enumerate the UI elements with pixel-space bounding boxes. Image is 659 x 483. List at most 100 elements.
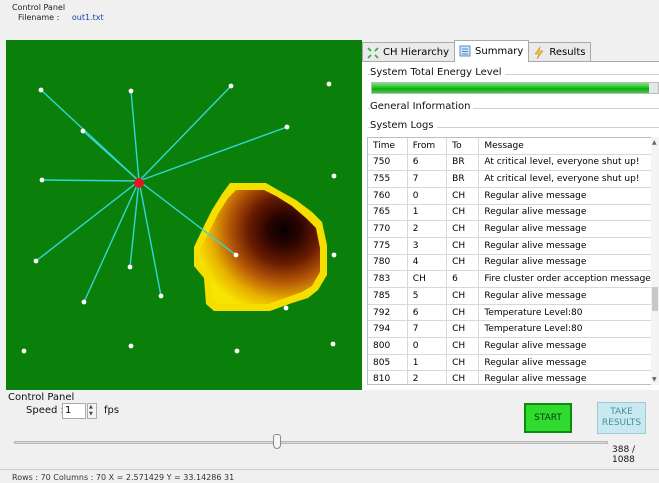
filename-row: Filename : out1.txt xyxy=(18,13,104,22)
start-button[interactable]: START xyxy=(524,403,572,433)
column-header-message[interactable]: Message xyxy=(478,138,658,155)
speed-spinner[interactable]: ▲ ▼ xyxy=(87,403,97,419)
results-icon xyxy=(534,47,544,59)
table-row[interactable]: 800 0 CH Regular alive message xyxy=(368,337,658,355)
energy-group-label: System Total Energy Level xyxy=(370,67,505,78)
cell-to: CH xyxy=(446,337,480,355)
column-header-from[interactable]: From xyxy=(407,138,448,155)
header-title: Control Panel xyxy=(12,3,66,12)
scrollbar-thumb[interactable] xyxy=(652,287,658,311)
scroll-up-icon[interactable]: ▲ xyxy=(652,139,657,146)
logs-scrollbar[interactable]: ▲ ▼ xyxy=(651,137,659,385)
cell-from: 1 xyxy=(407,354,448,372)
take-results-line2: RESULTS xyxy=(601,418,642,428)
cell-from: CH xyxy=(407,270,448,288)
speed-input[interactable]: 1 xyxy=(62,403,86,419)
cell-message: Temperature Level:80 xyxy=(478,320,658,339)
cell-from: 3 xyxy=(407,237,448,255)
status-bar: Rows : 70 Columns : 70 X = 2.571429 Y = … xyxy=(0,469,659,483)
tab-label: Summary xyxy=(475,46,524,57)
table-row[interactable]: 750 6 BR At critical level, everyone shut u… xyxy=(368,154,658,172)
timeline-slider-thumb[interactable] xyxy=(272,434,281,449)
fps-label: fps xyxy=(104,405,120,416)
table-row[interactable]: 765 1 CH Regular alive message xyxy=(368,204,658,222)
cell-from: 0 xyxy=(407,337,448,355)
cluster-head-node xyxy=(134,178,144,188)
right-pane: CH Hierarchy Summary Results System Tota… xyxy=(362,38,659,390)
tab-label: CH Hierarchy xyxy=(383,47,450,58)
cell-message: Regular alive message xyxy=(478,287,658,305)
cell-message: Temperature Level:80 xyxy=(478,304,658,322)
cell-from: 5 xyxy=(407,287,448,305)
cell-message: Regular alive message xyxy=(478,354,658,372)
cell-message: At critical level, everyone shut up! xyxy=(478,154,658,172)
take-results-line1: TAKE xyxy=(610,407,633,417)
energy-level-fill xyxy=(372,83,650,93)
table-row[interactable]: 755 7 BR At critical level, everyone shut u… xyxy=(368,170,658,188)
cell-message: Regular alive message xyxy=(478,187,658,205)
table-row[interactable]: 805 1 CH Regular alive message xyxy=(368,354,658,372)
cell-time: 780 xyxy=(368,254,408,272)
cell-time: 775 xyxy=(368,237,408,255)
cell-to: 6 xyxy=(446,270,480,288)
summary-icon xyxy=(459,45,471,57)
cell-message: Fire cluster order acception message xyxy=(478,270,658,288)
table-row[interactable]: 770 2 CH Regular alive message xyxy=(368,220,658,238)
tab-results[interactable]: Results xyxy=(528,42,592,62)
general-info-label: General Information xyxy=(370,101,474,112)
cell-to: CH xyxy=(446,204,480,222)
table-row[interactable]: 775 3 CH Regular alive message xyxy=(368,237,658,255)
filename-label: Filename : xyxy=(18,13,60,22)
column-header-to[interactable]: To xyxy=(446,138,480,155)
scroll-down-icon[interactable]: ▼ xyxy=(652,376,657,383)
cell-message: At critical level, everyone shut up! xyxy=(478,170,658,188)
timeline-slider-track[interactable] xyxy=(14,441,608,444)
cell-to: CH xyxy=(446,287,480,305)
cell-message: Regular alive message xyxy=(478,204,658,222)
tab-summary[interactable]: Summary xyxy=(454,40,530,62)
tab-label: Results xyxy=(549,47,586,58)
spinner-up-icon[interactable]: ▲ xyxy=(89,404,93,411)
system-logs-table[interactable]: Time From To Message 750 6 BR At critical l… xyxy=(367,137,659,385)
summary-panel: System Total Energy Level General Inform… xyxy=(362,61,659,390)
spinner-down-icon[interactable]: ▼ xyxy=(89,411,93,418)
tab-ch-hierarchy[interactable]: CH Hierarchy xyxy=(362,42,456,62)
timeline-progress-text: 388 / 1088 xyxy=(612,445,636,465)
cell-message: Regular alive message xyxy=(478,337,658,355)
table-row[interactable]: 760 0 CH Regular alive message xyxy=(368,187,658,205)
tab-strip: CH Hierarchy Summary Results xyxy=(362,40,592,62)
cell-to: CH xyxy=(446,187,480,205)
simulation-field[interactable] xyxy=(6,40,362,390)
table-row[interactable]: 785 5 CH Regular alive message xyxy=(368,287,658,305)
log-rows: 750 6 BR At critical level, everyone shut u… xyxy=(368,154,658,384)
cell-time: 785 xyxy=(368,287,408,305)
cell-message: Regular alive message xyxy=(478,220,658,238)
cell-time: 810 xyxy=(368,370,408,384)
cell-time: 783 xyxy=(368,270,408,288)
table-row[interactable]: 780 4 CH Regular alive message xyxy=(368,254,658,272)
cell-message: Regular alive message xyxy=(478,237,658,255)
cell-to: CH xyxy=(446,237,480,255)
cell-time: 794 xyxy=(368,320,408,339)
cell-from: 6 xyxy=(407,304,448,322)
cell-time: 792 xyxy=(368,304,408,322)
column-header-time[interactable]: Time xyxy=(368,138,408,155)
table-header-row: Time From To Message xyxy=(368,138,658,155)
energy-level-bar xyxy=(371,82,659,94)
cell-from: 4 xyxy=(407,254,448,272)
network-canvas xyxy=(21,81,337,354)
cell-time: 805 xyxy=(368,354,408,372)
table-row[interactable]: 810 2 CH Regular alive message xyxy=(368,370,658,384)
cell-from: 7 xyxy=(407,320,448,339)
cell-to: CH xyxy=(446,370,480,384)
cell-from: 6 xyxy=(407,154,448,172)
table-row[interactable]: 783 CH 6 Fire cluster order acception messa… xyxy=(368,270,658,288)
cell-time: 770 xyxy=(368,220,408,238)
take-results-button[interactable]: TAKE RESULTS xyxy=(597,402,646,434)
cell-time: 760 xyxy=(368,187,408,205)
cell-to: BR xyxy=(446,154,480,172)
table-row[interactable]: 792 6 CH Temperature Level:80 xyxy=(368,304,658,322)
table-row[interactable]: 794 7 CH Temperature Level:80 xyxy=(368,320,658,339)
cell-message: Regular alive message xyxy=(478,254,658,272)
cell-to: CH xyxy=(446,220,480,238)
